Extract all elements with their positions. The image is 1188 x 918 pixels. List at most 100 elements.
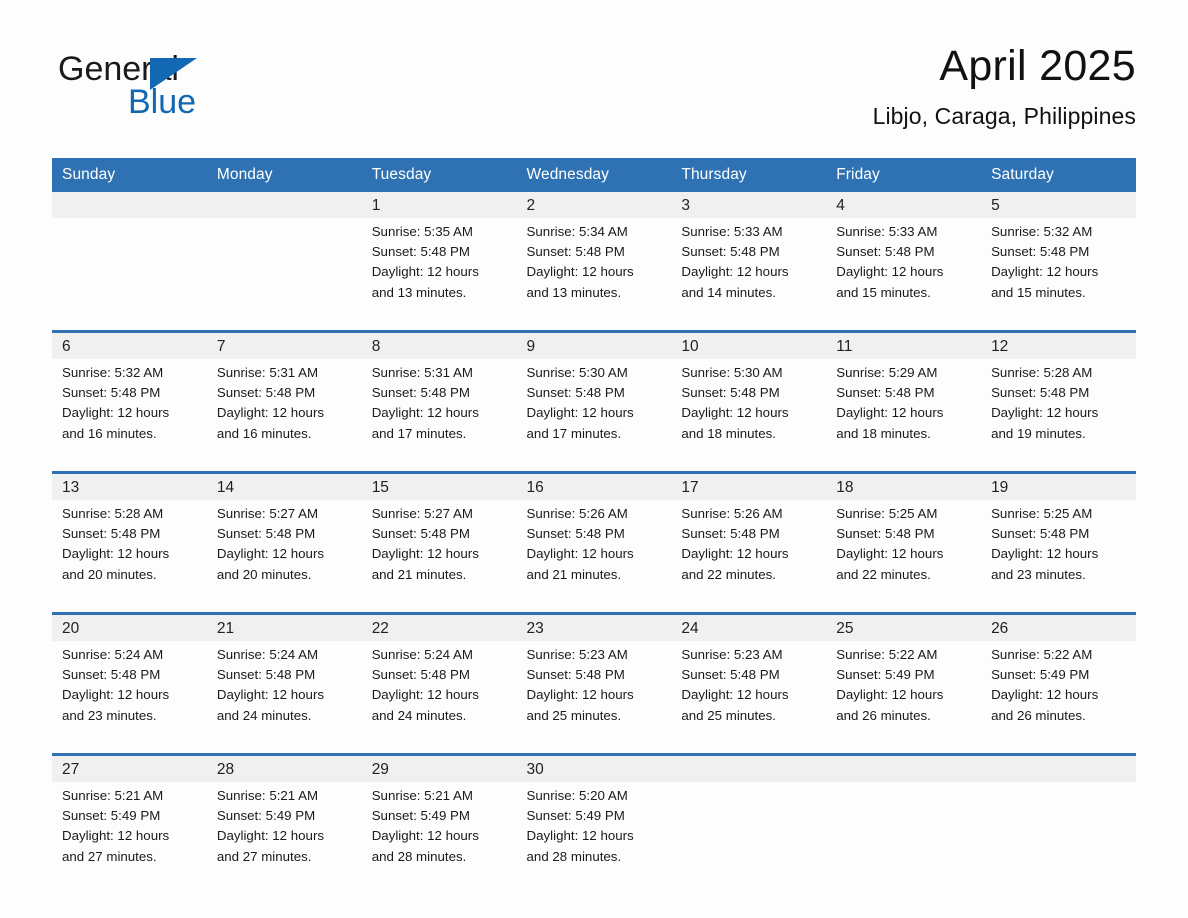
day-number[interactable]: 30 <box>516 756 672 782</box>
day-cell[interactable]: Sunrise: 5:27 AM Sunset: 5:48 PM Daylight:… <box>361 500 517 604</box>
day-info-line: Sunset: 5:49 PM <box>526 808 625 824</box>
day-cell[interactable]: Sunrise: 5:32 AM Sunset: 5:48 PM Daylight:… <box>981 218 1136 322</box>
day-cell[interactable]: Sunrise: 5:24 AM Sunset: 5:48 PM Daylight:… <box>361 641 517 745</box>
day-number[interactable]: 27 <box>52 756 207 782</box>
day-cell[interactable]: Sunrise: 5:30 AM Sunset: 5:48 PM Daylight:… <box>671 359 827 463</box>
day-info-line: Sunrise: 5:30 AM <box>526 365 628 380</box>
day-number[interactable]: 22 <box>361 615 517 641</box>
day-info-line: Sunrise: 5:22 AM <box>991 647 1093 662</box>
day-number[interactable]: 9 <box>516 333 672 359</box>
day-cell-empty <box>52 218 207 322</box>
day-number-row: 12345 <box>52 192 1136 218</box>
day-number[interactable]: 26 <box>981 615 1136 641</box>
day-number[interactable]: 28 <box>206 756 362 782</box>
day-number[interactable]: 23 <box>516 615 672 641</box>
day-number[interactable]: 16 <box>516 474 672 500</box>
day-cell[interactable]: Sunrise: 5:33 AM Sunset: 5:48 PM Daylight:… <box>671 218 827 322</box>
day-info-line: and 16 minutes. <box>62 425 157 441</box>
day-cell[interactable]: Sunrise: 5:22 AM Sunset: 5:49 PM Daylight:… <box>981 641 1136 745</box>
day-info-line: Daylight: 12 hours <box>371 264 479 280</box>
day-number[interactable]: 14 <box>206 474 362 500</box>
day-number[interactable]: 8 <box>361 333 517 359</box>
day-cell[interactable]: Sunrise: 5:34 AM Sunset: 5:48 PM Daylight:… <box>516 218 672 322</box>
day-cell[interactable]: Sunrise: 5:31 AM Sunset: 5:48 PM Daylight:… <box>361 359 517 463</box>
day-info-line: Daylight: 12 hours <box>62 828 170 844</box>
day-number[interactable]: 17 <box>671 474 827 500</box>
day-info-line: Sunrise: 5:33 AM <box>681 224 783 239</box>
day-number[interactable]: 18 <box>826 474 982 500</box>
day-info-line: Sunset: 5:48 PM <box>991 526 1090 542</box>
day-info-line: and 23 minutes. <box>991 566 1086 582</box>
day-number[interactable]: 4 <box>826 192 982 218</box>
day-cell[interactable]: Sunrise: 5:25 AM Sunset: 5:48 PM Daylight:… <box>981 500 1136 604</box>
day-info-line: and 15 minutes. <box>991 284 1086 300</box>
day-number[interactable]: 10 <box>671 333 827 359</box>
day-info-line: Sunset: 5:48 PM <box>216 667 316 683</box>
day-info-row: Sunrise: 5:32 AM Sunset: 5:48 PM Daylight:… <box>52 359 1136 463</box>
day-info-line: Sunrise: 5:26 AM <box>526 506 628 521</box>
day-info-line: Sunset: 5:48 PM <box>681 244 780 260</box>
day-cell[interactable]: Sunrise: 5:22 AM Sunset: 5:49 PM Daylight:… <box>826 641 982 745</box>
day-cell[interactable]: Sunrise: 5:33 AM Sunset: 5:48 PM Daylight:… <box>826 218 982 322</box>
day-cell[interactable]: Sunrise: 5:27 AM Sunset: 5:48 PM Daylight:… <box>206 500 362 604</box>
day-number[interactable]: 7 <box>206 333 362 359</box>
day-cell[interactable]: Sunrise: 5:24 AM Sunset: 5:48 PM Daylight:… <box>206 641 362 745</box>
weekday-header-friday: Friday <box>826 158 982 192</box>
day-cell[interactable]: Sunrise: 5:21 AM Sunset: 5:49 PM Daylight:… <box>361 782 517 886</box>
day-cell[interactable]: Sunrise: 5:32 AM Sunset: 5:48 PM Daylight:… <box>52 359 207 463</box>
day-number[interactable]: 6 <box>52 333 207 359</box>
day-cell[interactable]: Sunrise: 5:26 AM Sunset: 5:48 PM Daylight:… <box>671 500 827 604</box>
day-number[interactable]: 19 <box>981 474 1136 500</box>
day-cell[interactable]: Sunrise: 5:35 AM Sunset: 5:48 PM Daylight:… <box>361 218 517 322</box>
day-info-line: Sunrise: 5:20 AM <box>526 788 628 803</box>
day-info-line: Sunrise: 5:24 AM <box>371 647 473 662</box>
day-number[interactable]: 11 <box>826 333 982 359</box>
day-info-line: Sunset: 5:49 PM <box>216 808 316 824</box>
day-cell[interactable]: Sunrise: 5:25 AM Sunset: 5:48 PM Daylight:… <box>826 500 982 604</box>
day-cell[interactable]: Sunrise: 5:26 AM Sunset: 5:48 PM Daylight:… <box>516 500 672 604</box>
day-info-line: and 15 minutes. <box>836 284 931 300</box>
day-info-line: Sunset: 5:49 PM <box>836 667 935 683</box>
day-cell[interactable]: Sunrise: 5:29 AM Sunset: 5:48 PM Daylight:… <box>826 359 982 463</box>
day-number[interactable]: 15 <box>361 474 517 500</box>
day-info-line: Sunrise: 5:31 AM <box>371 365 473 380</box>
day-info-line: Sunrise: 5:34 AM <box>526 224 628 239</box>
day-info-line: Daylight: 12 hours <box>526 687 634 703</box>
day-cell[interactable]: Sunrise: 5:30 AM Sunset: 5:48 PM Daylight:… <box>516 359 672 463</box>
day-info-line: Sunset: 5:48 PM <box>991 244 1090 260</box>
day-info-line: and 24 minutes. <box>371 707 467 723</box>
day-info-line: Sunrise: 5:22 AM <box>836 647 938 662</box>
day-info-line: Sunrise: 5:33 AM <box>836 224 938 239</box>
day-cell[interactable]: Sunrise: 5:28 AM Sunset: 5:48 PM Daylight:… <box>981 359 1136 463</box>
day-cell-empty <box>981 782 1136 886</box>
day-number[interactable]: 24 <box>671 615 827 641</box>
day-number[interactable]: 1 <box>361 192 517 218</box>
day-number[interactable]: 3 <box>671 192 827 218</box>
day-number[interactable]: 13 <box>52 474 207 500</box>
day-number[interactable]: 29 <box>361 756 517 782</box>
day-cell[interactable]: Sunrise: 5:21 AM Sunset: 5:49 PM Daylight:… <box>52 782 207 886</box>
day-info-line: and 23 minutes. <box>62 707 157 723</box>
day-number-empty <box>671 756 827 782</box>
day-info-line: Sunrise: 5:24 AM <box>216 647 319 662</box>
day-number[interactable]: 25 <box>826 615 982 641</box>
day-cell[interactable]: Sunrise: 5:24 AM Sunset: 5:48 PM Daylight:… <box>52 641 207 745</box>
day-info-line: Sunset: 5:48 PM <box>681 667 780 683</box>
day-number-empty <box>826 756 982 782</box>
day-info-line: Sunrise: 5:31 AM <box>216 365 319 380</box>
day-cell[interactable]: Sunrise: 5:31 AM Sunset: 5:48 PM Daylight:… <box>206 359 362 463</box>
day-number[interactable]: 2 <box>516 192 672 218</box>
day-cell[interactable]: Sunrise: 5:23 AM Sunset: 5:48 PM Daylight:… <box>671 641 827 745</box>
day-cell[interactable]: Sunrise: 5:21 AM Sunset: 5:49 PM Daylight:… <box>206 782 362 886</box>
day-cell[interactable]: Sunrise: 5:23 AM Sunset: 5:48 PM Daylight:… <box>516 641 672 745</box>
day-number[interactable]: 5 <box>981 192 1136 218</box>
day-info-line: Sunrise: 5:21 AM <box>371 788 473 803</box>
day-info-line: and 13 minutes. <box>526 284 622 300</box>
day-info-line: Sunset: 5:48 PM <box>681 526 780 542</box>
day-cell[interactable]: Sunrise: 5:28 AM Sunset: 5:48 PM Daylight:… <box>52 500 207 604</box>
day-cell[interactable]: Sunrise: 5:20 AM Sunset: 5:49 PM Daylight:… <box>516 782 672 886</box>
day-number[interactable]: 12 <box>981 333 1136 359</box>
week-gap-cell <box>52 322 1136 330</box>
day-number[interactable]: 20 <box>52 615 207 641</box>
day-number[interactable]: 21 <box>206 615 362 641</box>
